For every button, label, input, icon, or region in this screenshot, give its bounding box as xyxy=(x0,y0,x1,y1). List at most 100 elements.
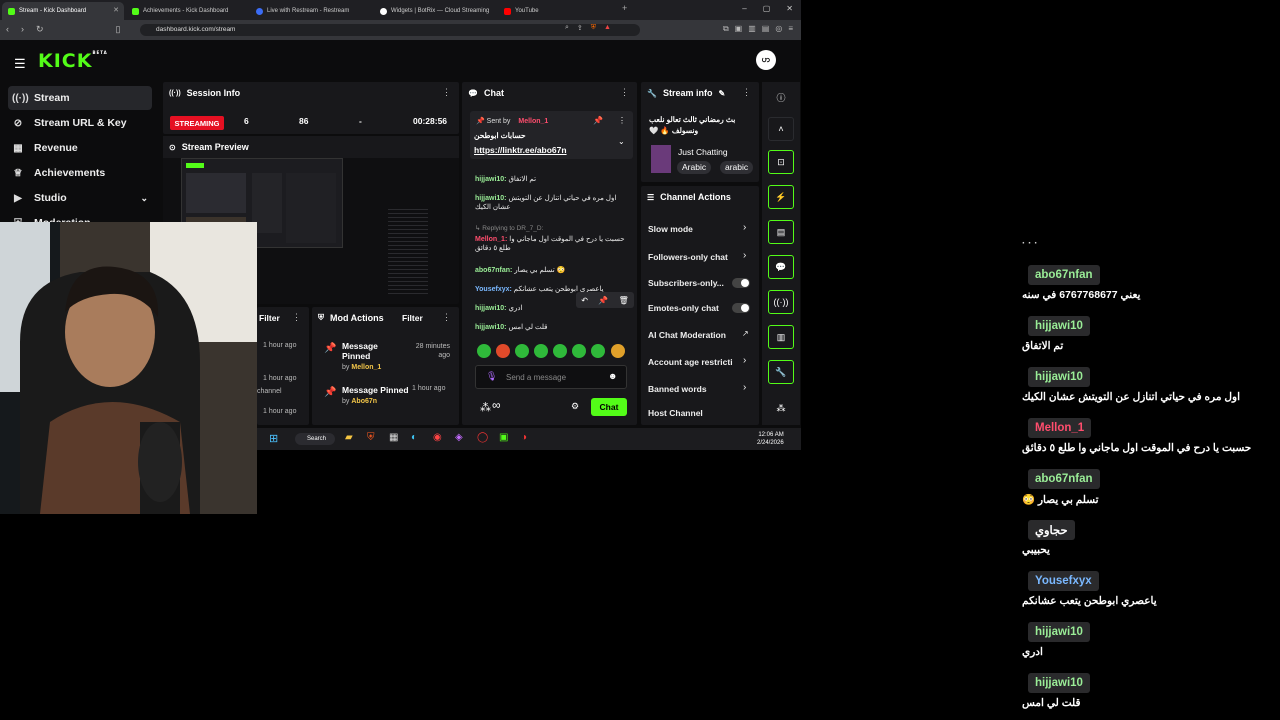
sidebar-item-revenue[interactable]: ▦ Revenue xyxy=(8,136,152,160)
brave-icon[interactable]: ⛨ xyxy=(367,432,375,443)
chat-username[interactable]: hijjawi10: xyxy=(475,305,507,312)
info-icon[interactable]: ⓘ xyxy=(768,85,794,109)
points-icon[interactable]: ⁂ xyxy=(480,401,491,414)
more-icon[interactable]: ⋮ xyxy=(618,116,626,125)
taskbar-search[interactable]: Search xyxy=(295,433,335,445)
kick-app-icon[interactable]: ▣ xyxy=(499,432,508,443)
more-icon[interactable]: ⋮ xyxy=(442,312,451,323)
vpn-icon[interactable]: ◎ xyxy=(775,24,782,34)
kick-logo[interactable]: KICKBETA xyxy=(38,50,108,72)
emote-icon[interactable] xyxy=(534,344,548,358)
chevron-down-icon[interactable]: ⌄ xyxy=(618,137,625,146)
mod-user[interactable]: Abo67n xyxy=(351,398,377,405)
more-icon[interactable]: ⋮ xyxy=(292,312,301,323)
lightning-icon[interactable]: ⚡ xyxy=(768,185,794,209)
minimize-icon[interactable]: – xyxy=(742,4,746,13)
edit-icon[interactable]: ✎ xyxy=(718,89,725,98)
close-window-icon[interactable]: ✕ xyxy=(786,4,793,13)
pinned-user[interactable]: Mellon_1 xyxy=(518,118,548,125)
chevron-right-icon[interactable]: › xyxy=(743,222,746,233)
back-icon[interactable]: ‹ xyxy=(6,24,9,35)
channel-action-account-age[interactable]: Account age restricti xyxy=(648,357,756,367)
new-tab-icon[interactable]: + xyxy=(622,3,627,13)
record-icon[interactable]: ◑ xyxy=(521,432,527,443)
maximize-icon[interactable]: ▢ xyxy=(763,4,771,13)
rewards-icon[interactable]: ▲ xyxy=(604,24,611,32)
chat-input-placeholder[interactable]: Send a message xyxy=(506,373,566,382)
chat-username[interactable]: Mellon_1: xyxy=(475,236,507,243)
notes-icon[interactable]: ▤ xyxy=(768,220,794,244)
emote-icon[interactable] xyxy=(515,344,529,358)
external-link-icon[interactable]: ↗ xyxy=(742,329,749,338)
chat-icon[interactable]: 💬 xyxy=(768,255,794,279)
obs-icon[interactable]: ◯ xyxy=(477,432,488,443)
channel-action-ai-moderation[interactable]: AI Chat Moderation xyxy=(648,330,756,340)
tag-chip[interactable]: arabic xyxy=(720,161,754,174)
chat-username[interactable]: Yousefxyx: xyxy=(475,286,512,293)
more-icon[interactable]: ⋮ xyxy=(620,87,629,98)
menu-icon[interactable]: ≡ xyxy=(788,24,793,34)
chat-username[interactable]: hijjawi10: xyxy=(475,195,507,202)
filter-button[interactable]: Filter xyxy=(402,313,423,323)
emote-icon[interactable] xyxy=(572,344,586,358)
channel-action-slow-mode[interactable]: Slow mode xyxy=(648,224,756,234)
more-icon[interactable]: ⋮ xyxy=(442,87,451,98)
forward-icon[interactable]: › xyxy=(21,24,24,35)
mic-icon[interactable]: 🎙 xyxy=(486,371,497,382)
category-name[interactable]: Just Chatting xyxy=(678,147,728,157)
delete-icon[interactable]: 🗑 xyxy=(619,296,629,305)
discord-icon[interactable]: ◈ xyxy=(455,432,463,443)
filter-button[interactable]: Filter xyxy=(259,313,280,323)
chat-username[interactable]: hijjawi10: xyxy=(475,324,507,331)
chat-username[interactable]: abo67nfan: xyxy=(475,267,512,274)
bookmark-icon[interactable]: ▯ xyxy=(116,24,121,35)
windows-start-icon[interactable]: ⊞ xyxy=(269,432,278,445)
sidebar-item-stream-url[interactable]: ⊘ Stream URL & Key xyxy=(8,111,152,135)
emote-icon[interactable] xyxy=(553,344,567,358)
pinned-message[interactable]: 📌 Sent by Mellon_1 📌 ⋮ حسابات ابوطحن htt… xyxy=(470,111,633,159)
share-icon[interactable]: ⇪ xyxy=(577,24,583,32)
chat-input-box[interactable]: 🎙 Send a message ☻ xyxy=(475,365,627,389)
emote-icon[interactable] xyxy=(611,344,625,358)
close-icon[interactable]: ✕ xyxy=(113,6,119,14)
broadcast-icon[interactable]: ((·)) xyxy=(768,290,794,314)
hamburger-icon[interactable]: ☰ xyxy=(14,56,26,72)
collapse-icon[interactable]: ˄ xyxy=(768,117,794,141)
sidebar-item-studio[interactable]: ▶ Studio ⌄ xyxy=(8,186,152,210)
avatar[interactable]: ဟ xyxy=(756,50,776,70)
zoom-icon[interactable]: ⌕ xyxy=(565,24,569,32)
mod-user[interactable]: Mellon_1 xyxy=(351,364,381,371)
wallet-icon[interactable]: ▤ xyxy=(762,24,770,34)
scene-icon[interactable]: ⊡ xyxy=(768,150,794,174)
sidebar-item-stream[interactable]: ((·)) Stream xyxy=(8,86,152,110)
gear-icon[interactable]: ⚙ xyxy=(571,401,579,412)
browser-tab[interactable]: Live with Restream - Restream xyxy=(250,2,372,20)
pinned-link[interactable]: https://linktr.ee/abo67n xyxy=(474,145,567,155)
browser-tab[interactable]: Achievements - Kick Dashboard xyxy=(126,2,248,20)
channel-action-host[interactable]: Host Channel xyxy=(648,408,756,418)
edge-icon[interactable]: ◐ xyxy=(411,432,417,443)
chevron-right-icon[interactable]: › xyxy=(743,250,746,261)
emote-icon[interactable] xyxy=(477,344,491,358)
browser-tab[interactable]: Stream - Kick Dashboard ✕ xyxy=(2,2,124,20)
reload-icon[interactable]: ↻ xyxy=(36,24,44,35)
sidebar-icon[interactable]: ▥ xyxy=(748,24,756,34)
emote-icon[interactable] xyxy=(496,344,510,358)
chat-send-button[interactable]: Chat xyxy=(591,398,627,416)
extension-icon[interactable]: ⧉ xyxy=(723,24,729,34)
tag-chip[interactable]: Arabic xyxy=(677,161,712,174)
pin-icon[interactable]: 📌 xyxy=(598,296,608,305)
chrome-icon[interactable]: ◉ xyxy=(433,432,442,443)
wrench-icon[interactable]: 🔧 xyxy=(768,360,794,384)
folder-icon[interactable]: ▰ xyxy=(345,432,353,443)
chevron-right-icon[interactable]: › xyxy=(743,355,746,366)
category-thumbnail[interactable] xyxy=(651,145,671,173)
sidebar-item-achievements[interactable]: ♕ Achievements xyxy=(8,161,152,185)
more-icon[interactable]: ⋮ xyxy=(742,87,751,98)
app-icon[interactable]: ▦ xyxy=(389,432,398,443)
browser-tab[interactable]: Widgets | BotRix — Cloud Streaming xyxy=(374,2,496,20)
points-icon[interactable]: ⁂ xyxy=(768,396,794,420)
emoji-icon[interactable]: ☻ xyxy=(608,371,617,381)
channel-action-banned-words[interactable]: Banned words xyxy=(648,384,756,394)
emotes-only-toggle[interactable] xyxy=(732,303,750,313)
